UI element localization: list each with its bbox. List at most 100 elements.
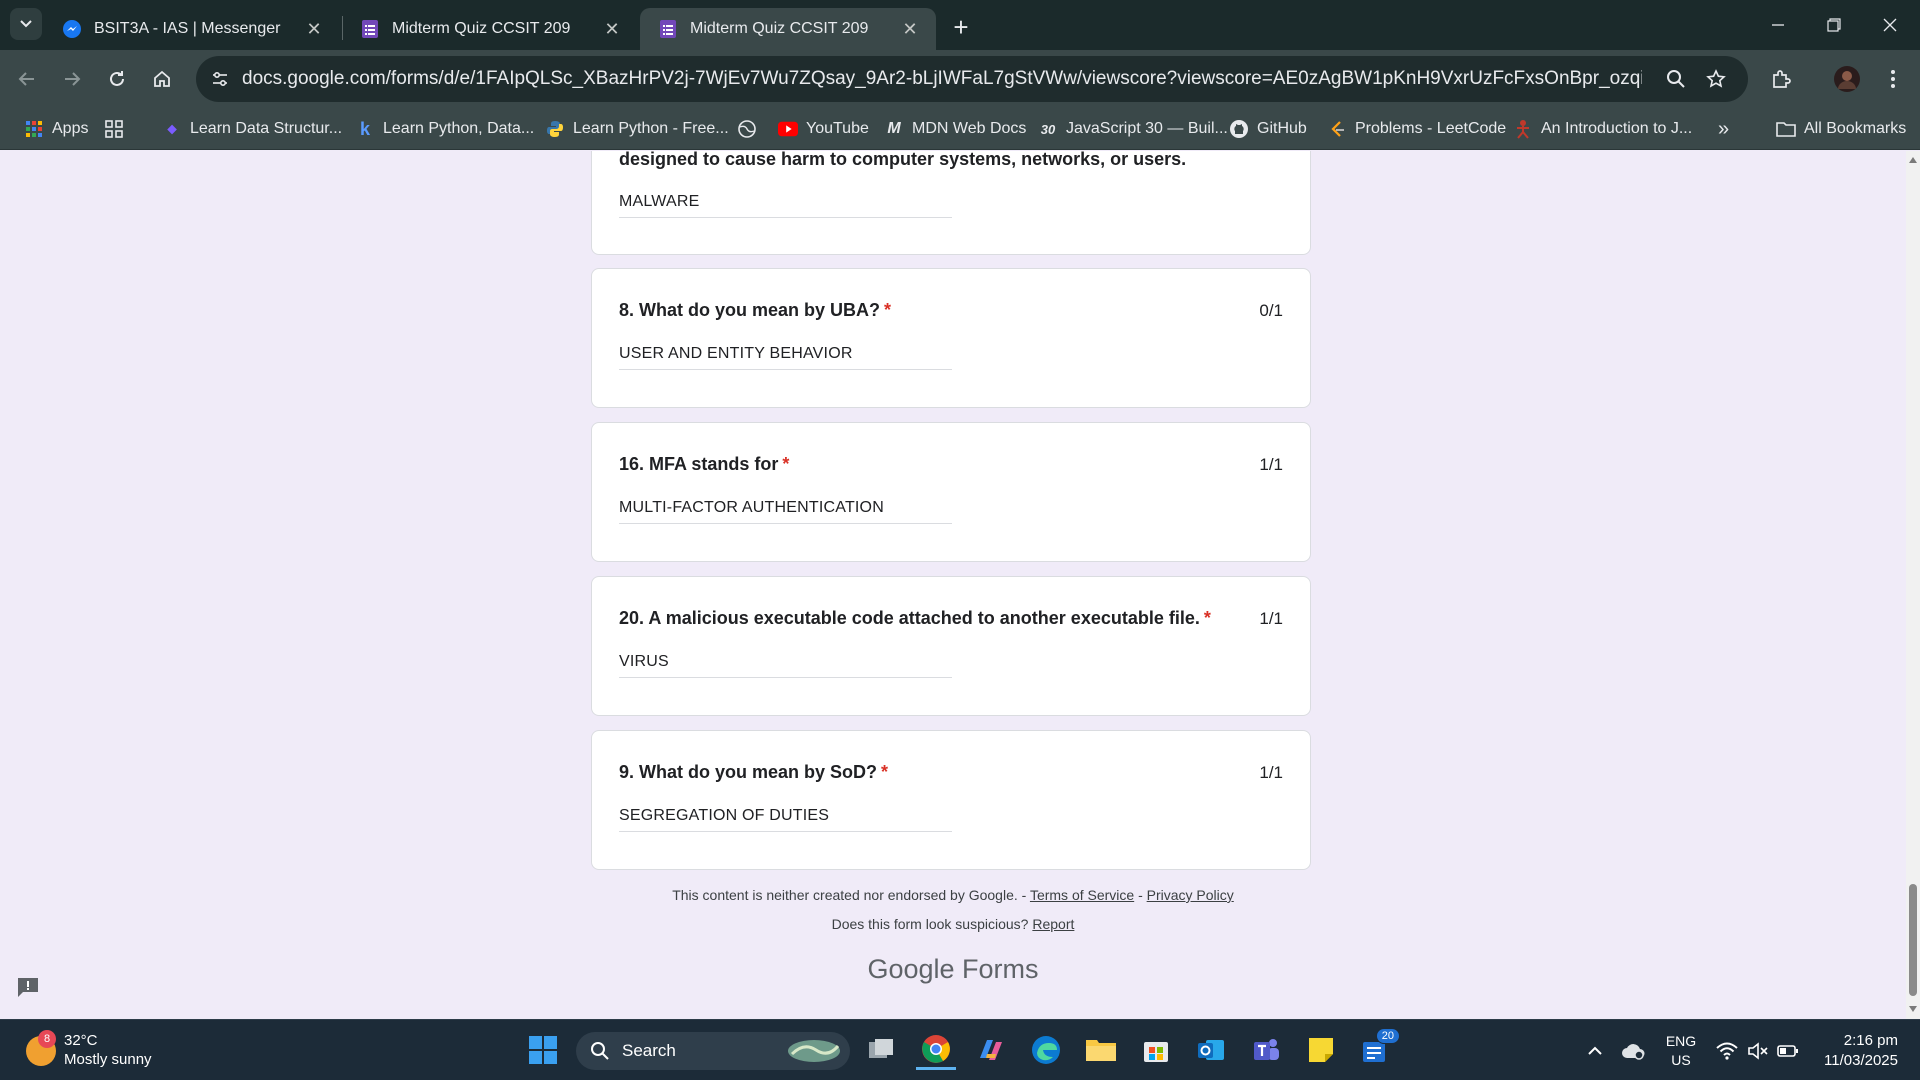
edge-taskbar-button[interactable]	[1026, 1030, 1066, 1070]
zoom-icon[interactable]	[1662, 65, 1690, 93]
form-disclaimer: This content is neither created nor endo…	[0, 887, 1906, 903]
home-button[interactable]	[145, 62, 179, 96]
minimize-button[interactable]	[1750, 0, 1806, 50]
restore-button[interactable]	[1806, 0, 1862, 50]
feedback-button[interactable]	[16, 976, 40, 998]
file-explorer-taskbar-button[interactable]	[1081, 1030, 1121, 1070]
page-scrollbar[interactable]	[1906, 151, 1920, 1019]
tab-messenger[interactable]: BSIT3A - IAS | Messenger ✕	[44, 8, 340, 50]
answer-text: VIRUS	[619, 653, 952, 678]
clock-date: 11/03/2025	[1824, 1052, 1898, 1069]
mdn-icon: M	[887, 120, 901, 137]
weather-widget[interactable]: 8 32°C Mostly sunny	[26, 1030, 152, 1070]
k-logo-icon: k	[359, 118, 370, 139]
extensions-button[interactable]	[1764, 62, 1798, 96]
feedback-icon	[18, 978, 38, 997]
copilot-taskbar-button[interactable]	[971, 1030, 1011, 1070]
bookmark-youtube[interactable]: YouTube	[778, 116, 869, 142]
tab-midterm-quiz-1[interactable]: Midterm Quiz CCSIT 209 ✕	[342, 8, 638, 50]
tab-groups-button[interactable]	[104, 116, 124, 142]
bookmark-star-icon[interactable]	[1702, 65, 1730, 93]
bookmark-javascript30[interactable]: 30 JavaScript 30 — Buil...	[1038, 116, 1228, 142]
report-link[interactable]: Report	[1032, 916, 1074, 932]
bookmark-github[interactable]: GitHub	[1229, 116, 1307, 142]
teams-taskbar-button[interactable]	[1246, 1030, 1286, 1070]
tab-search-button[interactable]	[10, 8, 42, 40]
windows-taskbar: 8 32°C Mostly sunny Search 20 ENG US 2:1…	[0, 1019, 1920, 1080]
bookmark-globe[interactable]	[737, 116, 757, 142]
bookmark-apps[interactable]: Apps	[24, 116, 88, 142]
answer-text: SEGREGATION OF DUTIES	[619, 807, 952, 832]
python-icon	[545, 119, 565, 139]
onedrive-tray-icon[interactable]	[1616, 1020, 1650, 1080]
chrome-taskbar-button[interactable]	[916, 1030, 956, 1070]
bookmark-label: JavaScript 30 — Buil...	[1066, 120, 1228, 137]
bookmarks-overflow-button[interactable]: »	[1718, 116, 1729, 142]
profile-avatar[interactable]	[1830, 62, 1864, 96]
weather-condition: Mostly sunny	[64, 1051, 152, 1068]
site-info-icon[interactable]	[204, 63, 236, 95]
widgets-taskbar-button[interactable]: 20	[1356, 1028, 1400, 1070]
terms-of-service-link[interactable]: Terms of Service	[1030, 887, 1134, 903]
volume-muted-icon	[1748, 1041, 1768, 1060]
bookmark-label: Learn Data Structur...	[190, 120, 343, 137]
globe-icon	[738, 120, 756, 138]
question-title: 20. A malicious executable code attached…	[619, 608, 1211, 629]
back-button[interactable]	[10, 62, 44, 96]
google-forms-icon	[360, 19, 380, 39]
sticky-notes-taskbar-button[interactable]	[1301, 1030, 1341, 1070]
taskbar-clock[interactable]: 2:16 pm 11/03/2025	[1824, 1031, 1898, 1071]
arrow-left-icon	[18, 72, 34, 86]
scroll-thumb[interactable]	[1909, 884, 1917, 996]
scroll-down-icon[interactable]	[1908, 1004, 1918, 1014]
microsoft-store-taskbar-button[interactable]	[1136, 1030, 1176, 1070]
outlook-taskbar-button[interactable]	[1191, 1030, 1231, 1070]
question-score: 1/1	[1259, 609, 1283, 628]
all-bookmarks-button[interactable]: All Bookmarks	[1776, 116, 1906, 142]
puzzle-icon	[1773, 70, 1791, 88]
question-text: 9. What do you mean by SoD?	[619, 762, 878, 782]
forward-button[interactable]	[55, 62, 89, 96]
language-code: ENG	[1665, 1032, 1697, 1049]
address-bar[interactable]: docs.google.com/forms/d/e/1FAIpQLSc_XBaz…	[196, 56, 1748, 102]
question-text: 20. A malicious executable code attached…	[619, 608, 1200, 628]
tab-midterm-quiz-2[interactable]: Midterm Quiz CCSIT 209 ✕	[640, 8, 936, 50]
task-view-button[interactable]	[861, 1030, 901, 1070]
bookmark-leetcode[interactable]: Problems - LeetCode	[1327, 116, 1506, 142]
clock-time: 2:16 pm	[1843, 1032, 1898, 1049]
language-indicator[interactable]: ENG US	[1658, 1020, 1704, 1080]
bookmark-learn-python-free[interactable]: Learn Python - Free...	[545, 116, 729, 142]
form-report-line: Does this form look suspicious? Report	[0, 916, 1906, 932]
bookmark-learn-python-data[interactable]: k Learn Python, Data...	[355, 116, 534, 142]
google-forms-logo[interactable]: Google Forms	[0, 954, 1906, 985]
reload-button[interactable]	[100, 62, 134, 96]
battery-tray-icon[interactable]	[1774, 1020, 1802, 1080]
new-tab-button[interactable]: +	[946, 12, 976, 42]
privacy-policy-link[interactable]: Privacy Policy	[1147, 887, 1234, 903]
bookmark-introduction[interactable]: An Introduction to J...	[1513, 116, 1692, 142]
taskbar-search[interactable]: Search	[576, 1032, 850, 1070]
question-title: designed to cause harm to computer syste…	[619, 151, 1187, 169]
start-button[interactable]	[523, 1030, 563, 1070]
bookmark-learn-data-structures[interactable]: ⬥ Learn Data Structur...	[162, 116, 342, 142]
chrome-icon	[922, 1034, 950, 1063]
menu-button[interactable]	[1876, 62, 1910, 96]
required-marker: *	[884, 300, 892, 320]
show-hidden-icons-button[interactable]	[1580, 1020, 1610, 1080]
question-card-partial: designed to cause harm to computer syste…	[591, 151, 1311, 255]
tab-groups-icon	[105, 120, 123, 138]
volume-tray-icon[interactable]	[1744, 1020, 1772, 1080]
sun-icon: 8	[26, 1030, 56, 1066]
close-tab-icon[interactable]: ✕	[900, 19, 920, 39]
scroll-up-icon[interactable]	[1908, 155, 1918, 165]
cloud-icon	[1622, 1043, 1645, 1060]
bookmark-label: GitHub	[1257, 120, 1307, 137]
close-tab-icon[interactable]: ✕	[602, 19, 622, 39]
search-highlight-icon	[788, 1040, 840, 1062]
bookmark-mdn[interactable]: M MDN Web Docs	[884, 116, 1026, 142]
url-text[interactable]: docs.google.com/forms/d/e/1FAIpQLSc_XBaz…	[242, 68, 1642, 90]
wifi-tray-icon[interactable]	[1712, 1020, 1742, 1080]
home-icon	[154, 70, 170, 87]
close-window-button[interactable]	[1862, 0, 1918, 50]
close-tab-icon[interactable]: ✕	[304, 19, 324, 39]
